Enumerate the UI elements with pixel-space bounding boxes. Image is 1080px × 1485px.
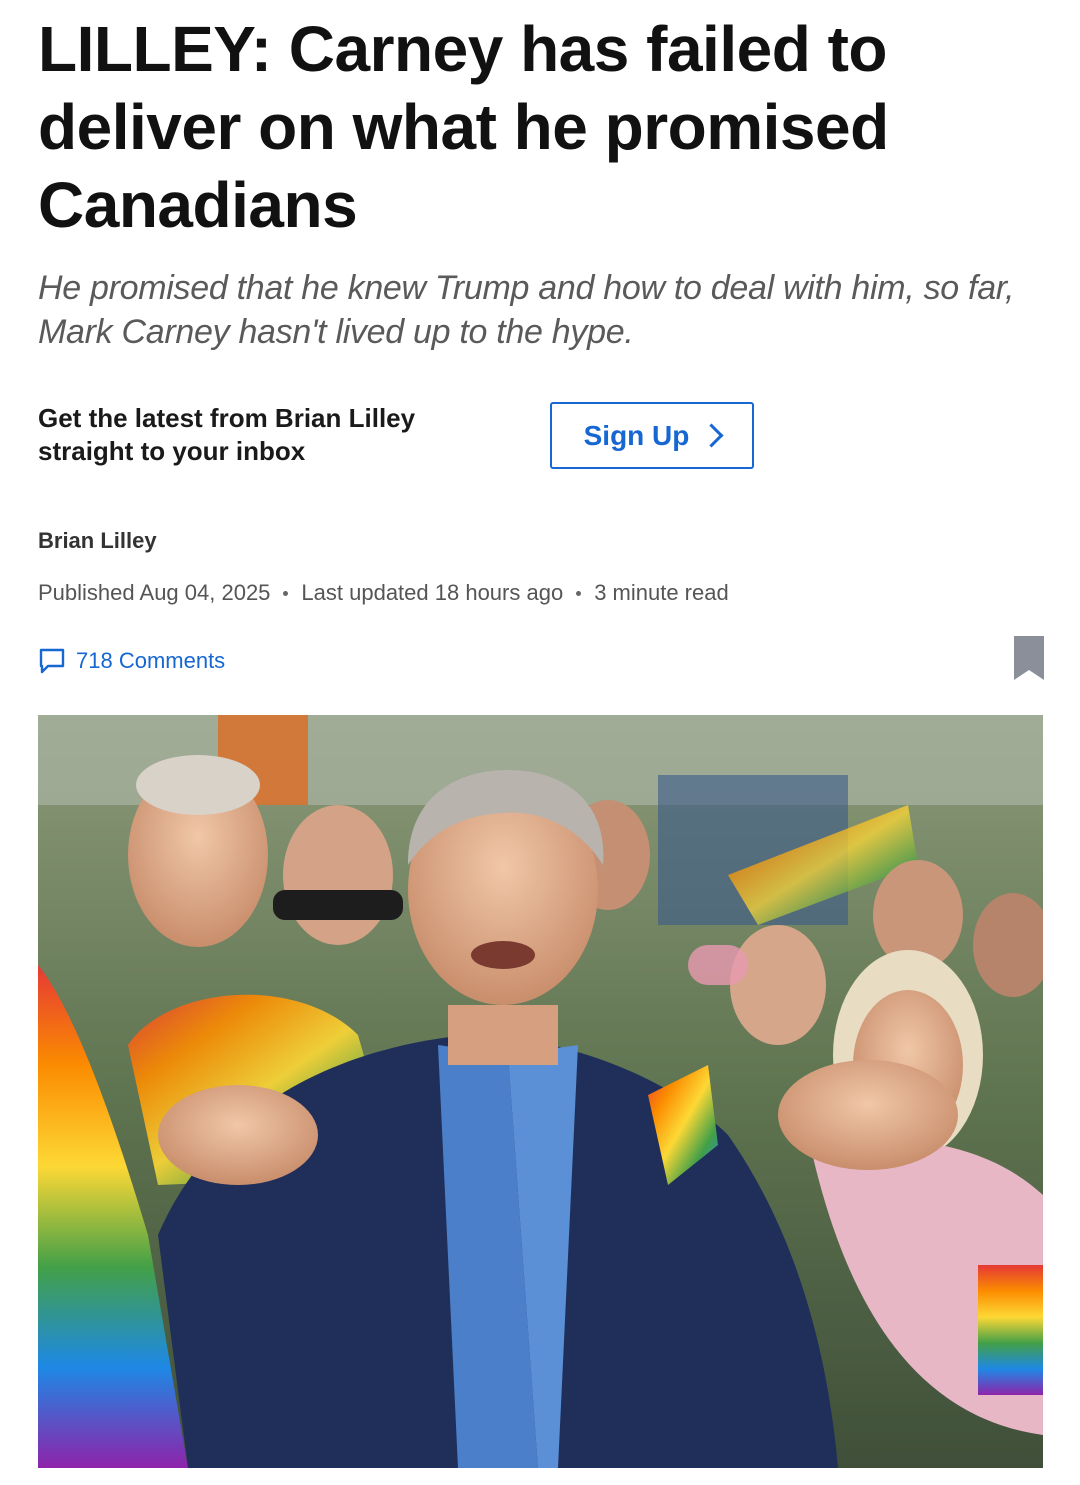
- comments-count: 718 Comments: [76, 648, 226, 673]
- article-header: LILLEY: Carney has failed to deliver on …: [38, 10, 1044, 680]
- newsletter-prompt: Get the latest from Brian Lilley straigh…: [38, 403, 416, 466]
- read-time: 3 minute read: [594, 580, 729, 605]
- sign-up-button[interactable]: Sign Up: [550, 402, 754, 469]
- speech-bubble-icon: [39, 648, 65, 674]
- separator-dot: [576, 590, 582, 596]
- separator-dot: [283, 590, 289, 596]
- published-date: Published Aug 04, 2025: [38, 580, 271, 605]
- author-name[interactable]: Brian Lilley: [38, 528, 157, 554]
- sign-up-label: Sign Up: [583, 419, 690, 451]
- article-headline: LILLEY: Carney has failed to deliver on …: [38, 13, 889, 241]
- article-meta: Published Aug 04, 2025 Last updated 18 h…: [38, 580, 729, 606]
- bookmark-icon[interactable]: [1014, 636, 1044, 680]
- article-subheadline: He promised that he knew Trump and how t…: [38, 269, 1015, 351]
- article-hero-photo: [38, 715, 1043, 1468]
- chevron-right-icon: [699, 423, 724, 448]
- last-updated: Last updated 18 hours ago: [301, 580, 564, 605]
- hero-photo-illustration: [38, 715, 1043, 1468]
- comments-link[interactable]: 718 Comments: [38, 647, 225, 675]
- newsletter-signup: Get the latest from Brian Lilley straigh…: [38, 402, 1043, 482]
